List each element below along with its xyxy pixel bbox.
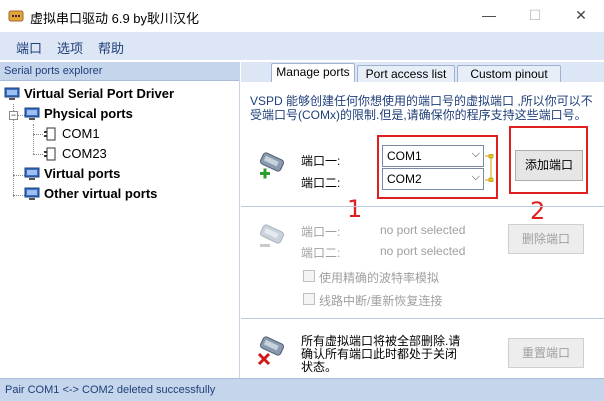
annotation-box-2 bbox=[509, 126, 588, 194]
exact-baudrate-checkbox[interactable] bbox=[303, 270, 315, 282]
other-virtual-ports-label: Other virtual ports bbox=[44, 186, 158, 201]
delete-port1-label: 端口一: bbox=[301, 225, 341, 239]
port-icon bbox=[44, 127, 56, 141]
section-divider bbox=[241, 206, 604, 207]
reset-ports-button[interactable]: 重置端口 bbox=[508, 338, 584, 368]
annotation-number-1: 1 bbox=[347, 195, 363, 223]
ports-tree: − Virtual Serial Port Driver Physical po… bbox=[0, 82, 240, 377]
computer-icon bbox=[24, 187, 40, 200]
reset-description: 所有虚拟端口将被全部删除.请确认所有端口此时都处于关闭状态。 bbox=[301, 334, 461, 374]
serial-port-icon bbox=[8, 10, 24, 22]
window-title: 虚拟串口驱动 6.9 by耿川汉化 bbox=[30, 11, 200, 26]
remove-pair-icon bbox=[259, 224, 285, 247]
annotation-box-1 bbox=[377, 135, 498, 199]
line-break-label: 线路中断/重新恢复连接 bbox=[319, 294, 443, 308]
tab-custom-pinout[interactable]: Custom pinout bbox=[457, 65, 561, 83]
menu-options[interactable]: 选项 bbox=[57, 38, 83, 57]
delete-port2-label: 端口二: bbox=[301, 246, 341, 260]
delete-pair-button[interactable]: 删除端口 bbox=[508, 224, 584, 254]
menu-help[interactable]: 帮助 bbox=[98, 38, 124, 57]
port1-label: 端口一: bbox=[301, 154, 341, 168]
status-bar: Pair COM1 <-> COM2 deleted successfully bbox=[0, 378, 604, 401]
tree-line bbox=[33, 124, 34, 154]
section-divider bbox=[241, 318, 604, 319]
computer-icon bbox=[4, 87, 20, 100]
menu-bar: 端口 选项 帮助 bbox=[0, 32, 604, 60]
tree-root-label: Virtual Serial Port Driver bbox=[24, 86, 175, 101]
title-bar: 虚拟串口驱动 6.9 by耿川汉化 — ☐ ✕ bbox=[0, 0, 604, 32]
tree-line bbox=[33, 134, 43, 135]
explorer-header: Serial ports explorer bbox=[0, 62, 239, 81]
add-pair-icon bbox=[259, 152, 285, 179]
physical-ports-label: Physical ports bbox=[44, 106, 133, 121]
virtual-ports-label: Virtual ports bbox=[44, 166, 121, 181]
tab-manage-ports[interactable]: Manage ports bbox=[271, 63, 355, 83]
delete-port1-value: no port selected bbox=[380, 223, 466, 237]
computer-icon bbox=[24, 107, 40, 120]
tab-strip: Manage ports Port access list Custom pin… bbox=[241, 62, 604, 83]
exact-baudrate-label: 使用精确的波特率模拟 bbox=[319, 271, 440, 285]
port-com23-label: COM23 bbox=[62, 146, 107, 161]
close-button[interactable]: ✕ bbox=[558, 0, 604, 32]
main-area: Manage ports Port access list Custom pin… bbox=[241, 62, 604, 378]
tab-port-access-list[interactable]: Port access list bbox=[357, 65, 455, 83]
tree-line bbox=[33, 154, 43, 155]
menu-port[interactable]: 端口 bbox=[16, 38, 42, 57]
maximize-button[interactable]: ☐ bbox=[512, 0, 558, 32]
description-text: VSPD 能够创建任何你想使用的端口号的虚拟端口 ,所以你可以不受端口号(COM… bbox=[250, 94, 593, 122]
reset-icon bbox=[257, 336, 285, 366]
port-com1-label: COM1 bbox=[62, 126, 100, 141]
serial-ports-explorer: Serial ports explorer − Virtual Serial P… bbox=[0, 62, 240, 378]
annotation-number-2: 2 bbox=[530, 197, 546, 225]
line-break-checkbox[interactable] bbox=[303, 293, 315, 305]
minimize-button[interactable]: — bbox=[466, 0, 512, 32]
port2-label: 端口二: bbox=[301, 176, 341, 190]
expand-toggle[interactable]: − bbox=[9, 111, 18, 120]
delete-port2-value: no port selected bbox=[380, 244, 466, 258]
manage-ports-panel: VSPD 能够创建任何你想使用的端口号的虚拟端口 ,所以你可以不受端口号(COM… bbox=[241, 82, 604, 378]
port-icon bbox=[44, 147, 56, 161]
computer-icon bbox=[24, 167, 40, 180]
